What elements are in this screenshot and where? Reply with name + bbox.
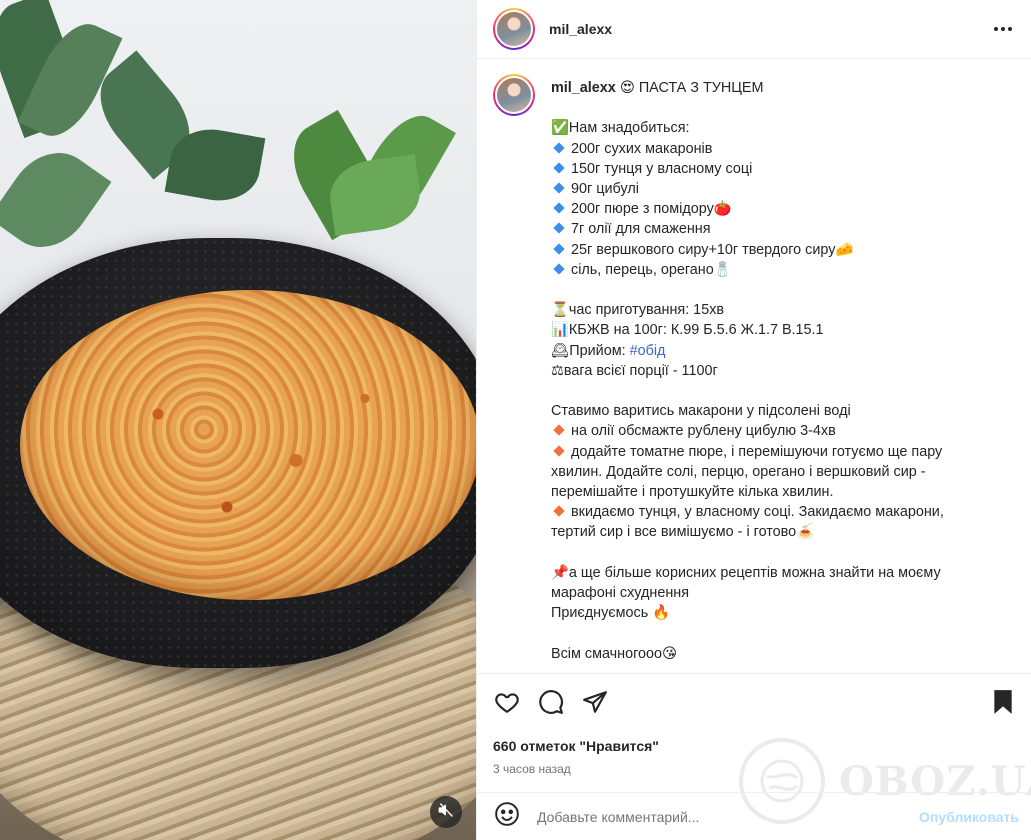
caption-line xyxy=(551,543,991,563)
mute-button[interactable] xyxy=(430,796,462,828)
caption-line: 200г пюре з помідору🍅 xyxy=(551,199,991,219)
caption-line: ✅Нам знадобиться: xyxy=(551,120,690,137)
more-options-button[interactable] xyxy=(991,17,1015,41)
smiley-icon xyxy=(494,801,520,832)
blue-diamond-icon xyxy=(553,242,565,255)
like-button[interactable] xyxy=(493,690,521,718)
blue-diamond-icon xyxy=(553,162,565,174)
caption-line: 200г сухих макаронів xyxy=(551,139,991,159)
action-bar xyxy=(493,686,1017,722)
blue-diamond-icon xyxy=(553,222,565,235)
caption-line: 90г цибулі xyxy=(551,179,991,199)
orange-diamond-icon xyxy=(553,505,565,517)
blue-diamond-icon xyxy=(553,202,565,214)
comment-input[interactable] xyxy=(537,808,920,825)
caption-line: 7г олії для смаження xyxy=(551,219,991,239)
paper-plane-icon xyxy=(582,689,608,720)
caption-line xyxy=(551,280,991,300)
orange-diamond-icon xyxy=(553,424,565,437)
caption-line: Ставимо варитись макарони у підсолені во… xyxy=(551,403,851,420)
caption-lines: ✅Нам знадобиться: 200г сухих макаронів 150… xyxy=(551,98,991,664)
comment-icon xyxy=(538,689,564,720)
caption-line: ⚖вага всієї порції - 1100г xyxy=(551,362,718,379)
post-media[interactable] xyxy=(0,0,476,840)
caption-line xyxy=(551,98,991,118)
publish-button[interactable]: Опубликовать xyxy=(919,809,1019,825)
caption-title-line: mil_alexx 😍 ПАСТА З ТУНЦЕМ xyxy=(551,78,991,98)
caption-line: 150г тунця у власному соці xyxy=(551,159,991,179)
post-header: mil_alexx xyxy=(477,0,1031,59)
avatar[interactable] xyxy=(493,8,535,50)
heart-icon xyxy=(494,689,520,720)
header-username[interactable]: mil_alexx xyxy=(549,21,612,37)
caption-line: на олії обсмажте рублену цибулю 3-4хв xyxy=(551,421,991,441)
post-panel: mil_alexx mil_alexx 😍 ПАСТА З ТУНЦЕМ ✅На… xyxy=(476,0,1031,840)
volume-muted-icon xyxy=(438,802,454,823)
share-button[interactable] xyxy=(581,690,609,718)
caption-line: Приєднуємось 🔥 xyxy=(551,605,671,622)
caption-area: mil_alexx 😍 ПАСТА З ТУНЦЕМ ✅Нам знадобит… xyxy=(477,60,1031,674)
caption-line: 📊КБЖВ на 100г: К.99 Б.5.6 Ж.1.7 В.15.1 xyxy=(551,322,824,339)
blue-diamond-icon xyxy=(553,182,565,194)
pasta-dish xyxy=(20,290,476,600)
comment-bar: Опубликовать xyxy=(477,792,1031,840)
caption-line: 25г вершкового сиру+10г твердого сиру🧀 xyxy=(551,240,991,260)
caption-line: вкидаємо тунця, у власному соці. Закидає… xyxy=(551,504,948,541)
comment-button[interactable] xyxy=(537,689,565,720)
bookmark-icon xyxy=(991,689,1015,720)
more-horizontal-icon xyxy=(994,27,1012,31)
caption-line: 📌а ще більше корисних рецептів можна зна… xyxy=(551,564,945,602)
emoji-button[interactable] xyxy=(493,801,521,832)
blue-diamond-icon xyxy=(553,263,565,275)
post-time[interactable]: 3 часов назад xyxy=(493,762,571,776)
caption-text: mil_alexx 😍 ПАСТА З ТУНЦЕМ ✅Нам знадобит… xyxy=(551,74,991,664)
caption-avatar[interactable] xyxy=(493,74,535,116)
orange-diamond-icon xyxy=(553,444,565,457)
caption-title: 😍 ПАСТА З ТУНЦЕМ xyxy=(619,80,764,96)
blue-diamond-icon xyxy=(553,141,565,154)
likes-count[interactable]: 660 отметок "Нравится" xyxy=(493,738,659,754)
caption-line: 🕰Прийом: #обід xyxy=(551,342,666,359)
caption-line xyxy=(551,623,991,643)
caption-line: додайте томатне пюре, і перемішуючи готу… xyxy=(551,443,947,501)
caption-line: сіль, перець, орегано🧂 xyxy=(551,260,991,280)
caption-line: Всім смачногооо😘 xyxy=(551,645,678,662)
caption-line: ⏳час приготування: 15хв xyxy=(551,302,725,319)
caption-line xyxy=(551,381,991,401)
caption-username[interactable]: mil_alexx xyxy=(551,80,616,96)
save-button[interactable] xyxy=(989,689,1017,720)
hashtag-link[interactable]: #обід xyxy=(630,343,666,359)
